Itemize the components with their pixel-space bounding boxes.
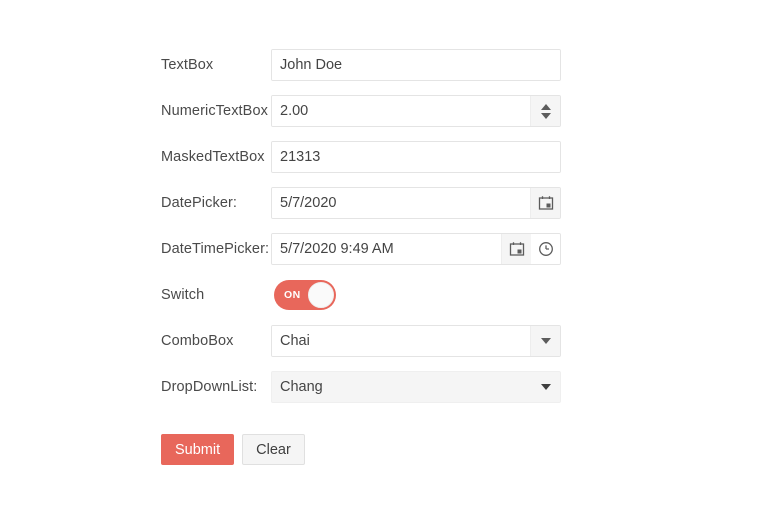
label-datetimepicker: DateTimePicker:: [161, 240, 270, 257]
form-row-switch: Switch ON: [161, 279, 581, 311]
field-area-datetimepicker: 5/7/2020 9:49 AM: [271, 233, 561, 265]
dropdownlist-select[interactable]: Chang: [271, 371, 561, 403]
calendar-icon[interactable]: [509, 241, 525, 257]
form-row-dropdownlist: DropDownList: Chang: [161, 371, 581, 403]
field-area-dropdownlist: Chang: [271, 371, 561, 403]
chevron-down-icon[interactable]: [540, 338, 551, 344]
numerictextbox-value[interactable]: 2.00: [272, 96, 530, 126]
chevron-down-icon[interactable]: [540, 384, 551, 390]
field-area-combobox: Chai: [271, 325, 561, 357]
numeric-spinner[interactable]: [530, 96, 560, 126]
label-datepicker: DatePicker:: [161, 194, 238, 211]
datetimepicker-calendar-button[interactable]: [501, 234, 531, 264]
textbox-value[interactable]: John Doe: [272, 50, 560, 80]
triangle-down-icon[interactable]: [540, 112, 551, 119]
label-numerictextbox: NumericTextBox: [161, 102, 268, 119]
switch-thumb[interactable]: [308, 282, 334, 308]
label-maskedtextbox: MaskedTextBox: [161, 148, 265, 165]
numerictextbox-input[interactable]: 2.00: [271, 95, 561, 127]
form-row-datepicker: DatePicker: 5/7/2020: [161, 187, 581, 219]
datetimepicker-value[interactable]: 5/7/2020 9:49 AM: [272, 234, 501, 264]
form-actions: Submit Clear: [161, 434, 305, 465]
clear-button[interactable]: Clear: [242, 434, 305, 465]
textbox-input[interactable]: John Doe: [271, 49, 561, 81]
dropdownlist-value[interactable]: Chang: [272, 379, 531, 395]
form-row-maskedtextbox: MaskedTextBox 21313: [161, 141, 581, 173]
triangle-up-icon[interactable]: [540, 103, 551, 110]
field-area-numerictextbox: 2.00: [271, 95, 561, 127]
label-switch: Switch: [161, 286, 205, 303]
clock-icon[interactable]: [538, 241, 554, 257]
field-area-datepicker: 5/7/2020: [271, 187, 561, 219]
datetimepicker-input[interactable]: 5/7/2020 9:49 AM: [271, 233, 561, 265]
maskedtextbox-input[interactable]: 21313: [271, 141, 561, 173]
label-combobox: ComboBox: [161, 332, 234, 349]
datepicker-value[interactable]: 5/7/2020: [272, 188, 530, 218]
switch-state-label: ON: [284, 289, 301, 301]
label-dropdownlist: DropDownList:: [161, 378, 258, 395]
form-row-textbox: TextBox John Doe: [161, 49, 581, 81]
combobox-input[interactable]: Chai: [271, 325, 561, 357]
datepicker-input[interactable]: 5/7/2020: [271, 187, 561, 219]
field-area-maskedtextbox: 21313: [271, 141, 561, 173]
calendar-icon[interactable]: [538, 195, 554, 211]
form-container: TextBox John Doe NumericTextBox 2.00 Mas…: [0, 0, 770, 524]
form-row-combobox: ComboBox Chai: [161, 325, 581, 357]
submit-button[interactable]: Submit: [161, 434, 235, 465]
field-area-textbox: John Doe: [271, 49, 561, 81]
dropdownlist-toggle-button[interactable]: [531, 384, 560, 390]
switch-toggle[interactable]: ON: [274, 280, 336, 310]
maskedtextbox-value[interactable]: 21313: [272, 142, 560, 172]
combobox-value[interactable]: Chai: [272, 326, 530, 356]
label-textbox: TextBox: [161, 56, 214, 73]
field-area-switch: ON: [271, 279, 561, 311]
form-row-datetimepicker: DateTimePicker: 5/7/2020 9:49 AM: [161, 233, 581, 265]
combobox-toggle-button[interactable]: [530, 326, 560, 356]
form-row-numerictextbox: NumericTextBox 2.00: [161, 95, 581, 127]
datetimepicker-clock-button[interactable]: [531, 234, 560, 264]
datepicker-calendar-button[interactable]: [530, 188, 560, 218]
